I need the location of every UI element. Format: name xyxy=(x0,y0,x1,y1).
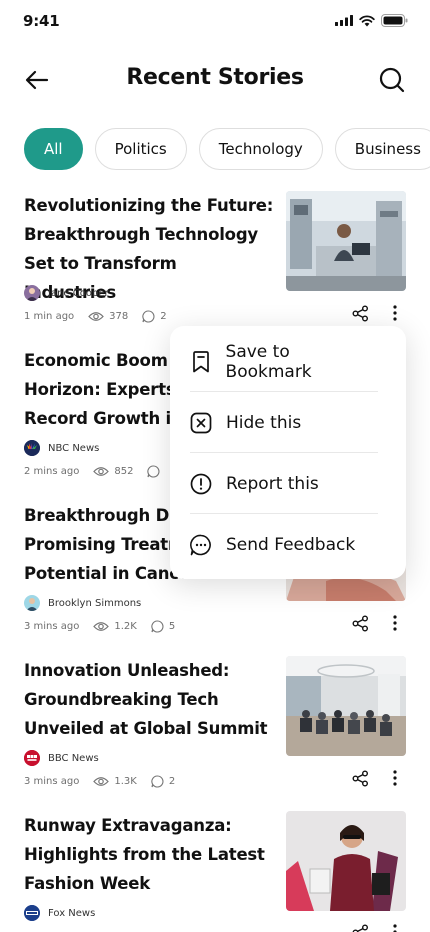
author-name[interactable]: Jane Cooper xyxy=(48,288,109,299)
status-bar: 9:41 xyxy=(0,0,430,44)
author-avatar xyxy=(24,440,40,456)
share-icon xyxy=(352,770,368,786)
author-avatar xyxy=(24,905,40,921)
battery-icon xyxy=(381,14,408,27)
author-row: Fox News xyxy=(24,905,95,921)
comment-icon xyxy=(142,310,155,323)
report-icon xyxy=(190,473,212,495)
story-card[interactable]: Revolutionizing the Future: Breakthrough… xyxy=(24,191,408,341)
more-options-button[interactable] xyxy=(388,304,402,322)
eye-icon xyxy=(88,312,104,321)
menu-item-label: Send Feedback xyxy=(226,534,356,555)
eye-icon xyxy=(93,622,110,631)
story-meta: 3 mins ago 1.3K 2 xyxy=(24,775,189,788)
story-card[interactable]: Runway Extravaganza: Highlights from the… xyxy=(24,811,408,932)
share-button[interactable] xyxy=(351,769,369,787)
comments-count: 2 xyxy=(151,775,175,788)
hide-icon xyxy=(190,412,212,434)
author-row: Brooklyn Simmons xyxy=(24,595,141,611)
views-count: 1.2K xyxy=(93,621,137,632)
signal-icon xyxy=(335,15,353,26)
story-time: 1 min ago xyxy=(24,311,75,322)
author-name[interactable]: BBC News xyxy=(48,753,99,764)
more-options-button[interactable] xyxy=(388,614,402,632)
menu-item-label: Save to Bookmark xyxy=(225,341,312,382)
share-button[interactable] xyxy=(351,304,369,322)
author-name[interactable]: Fox News xyxy=(48,908,95,919)
menu-item-label: Hide this xyxy=(226,412,302,433)
comments-count: 5 xyxy=(151,620,175,633)
author-avatar xyxy=(24,595,40,611)
author-avatar xyxy=(24,750,40,766)
menu-item-report[interactable]: Report this xyxy=(190,453,378,514)
category-chip-technology[interactable]: Technology xyxy=(198,128,323,170)
story-title[interactable]: Innovation Unleashed: Groundbreaking Tec… xyxy=(24,656,274,743)
author-name[interactable]: NBC News xyxy=(48,443,99,454)
category-tabs: All Politics Technology Business xyxy=(24,128,430,170)
story-title[interactable]: Runway Extravaganza: Highlights from the… xyxy=(24,811,274,898)
story-card[interactable]: Innovation Unleashed: Groundbreaking Tec… xyxy=(24,656,408,806)
status-icons xyxy=(335,14,408,27)
search-button[interactable] xyxy=(376,64,408,96)
feedback-icon xyxy=(190,534,212,556)
app-header: Recent Stories xyxy=(0,56,430,104)
author-row: Jane Cooper xyxy=(24,285,109,301)
more-vertical-icon xyxy=(393,924,397,932)
views-count: 852 xyxy=(93,466,133,477)
bbc-news-logo xyxy=(24,750,40,766)
author-avatar xyxy=(24,285,40,301)
story-time: 3 mins ago xyxy=(24,621,80,632)
story-meta: 2 mins ago 852 xyxy=(24,465,179,478)
bookmark-icon xyxy=(190,350,212,373)
comment-icon xyxy=(151,775,164,788)
eye-icon xyxy=(93,467,110,476)
more-options-button[interactable] xyxy=(388,769,402,787)
comment-icon xyxy=(147,465,160,478)
story-image[interactable] xyxy=(286,191,406,291)
views-count: 378 xyxy=(88,311,128,322)
search-icon xyxy=(379,67,405,93)
share-button[interactable] xyxy=(351,614,369,632)
author-name[interactable]: Brooklyn Simmons xyxy=(48,598,141,609)
story-image[interactable] xyxy=(286,656,406,756)
status-time: 9:41 xyxy=(23,12,60,30)
eye-icon xyxy=(93,777,110,786)
share-icon xyxy=(352,615,368,631)
story-options-menu: Save to Bookmark Hide this Report this S… xyxy=(170,326,406,579)
page-title: Recent Stories xyxy=(126,65,304,90)
share-icon xyxy=(352,924,368,932)
category-chip-business[interactable]: Business xyxy=(334,128,430,170)
share-button[interactable] xyxy=(351,923,369,932)
comments-count: 2 xyxy=(142,310,167,323)
category-chip-all[interactable]: All xyxy=(24,128,83,170)
fox-news-logo xyxy=(24,905,40,921)
wifi-icon xyxy=(359,14,375,26)
comments-count xyxy=(147,465,165,478)
story-meta: 3 mins ago 1.2K 5 xyxy=(24,620,189,633)
story-meta: 1 min ago 378 2 xyxy=(24,310,181,323)
author-row: NBC News xyxy=(24,440,99,456)
views-count: 1.3K xyxy=(93,776,137,787)
nbc-logo xyxy=(24,440,40,456)
category-chip-politics[interactable]: Politics xyxy=(94,128,187,170)
more-vertical-icon xyxy=(393,305,397,321)
story-time: 3 mins ago xyxy=(24,776,80,787)
menu-item-hide[interactable]: Hide this xyxy=(190,392,378,453)
author-row: BBC News xyxy=(24,750,99,766)
menu-item-send-feedback[interactable]: Send Feedback xyxy=(190,514,378,575)
more-options-button[interactable] xyxy=(388,923,402,932)
story-time: 2 mins ago xyxy=(24,466,80,477)
story-image[interactable] xyxy=(286,811,406,911)
more-vertical-icon xyxy=(393,770,397,786)
menu-item-label: Report this xyxy=(226,473,319,494)
comment-icon xyxy=(151,620,164,633)
more-vertical-icon xyxy=(393,615,397,631)
menu-item-save-bookmark[interactable]: Save to Bookmark xyxy=(190,331,378,392)
share-icon xyxy=(352,305,368,321)
